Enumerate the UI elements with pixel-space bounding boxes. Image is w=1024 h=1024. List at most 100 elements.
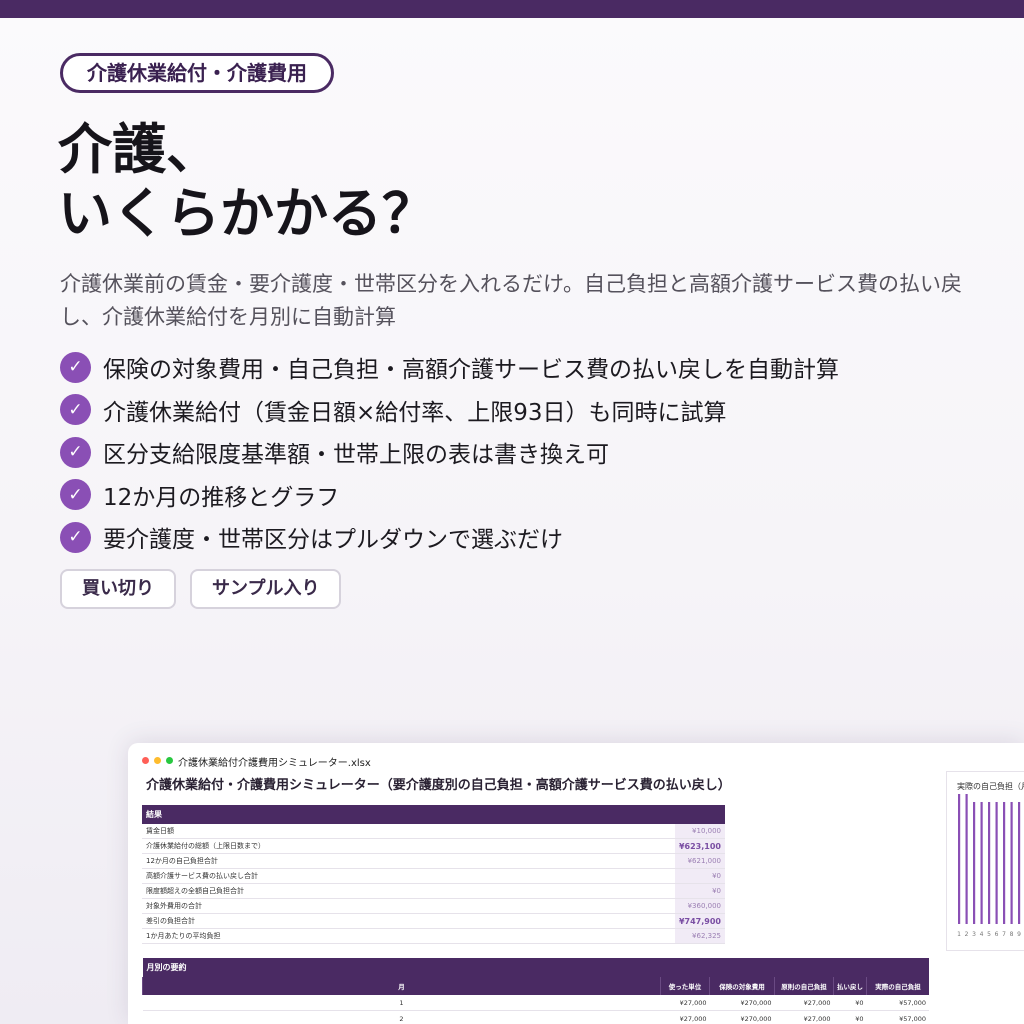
feature-text: 12か月の推移とグラフ: [103, 484, 340, 511]
feature-item: ✓ 12か月の推移とグラフ: [60, 474, 839, 517]
check-icon: ✓: [60, 394, 91, 426]
feature-text: 区分支給限度基準額・世帯上限の表は書き換え可: [103, 442, 609, 469]
table-cell: ¥0: [833, 995, 867, 1011]
table-row: 1 ¥27,000 ¥270,000 ¥27,000 ¥0 ¥57,000: [142, 995, 929, 1011]
table-cell: 2: [142, 1010, 661, 1024]
column-header: 月: [142, 977, 661, 995]
results-label: 賃金日額: [142, 824, 675, 839]
results-row: 対象外費用の合計 ¥360,000: [142, 898, 725, 914]
results-value: ¥623,100: [674, 838, 725, 854]
tag-one-time-purchase: 買い切り: [60, 569, 176, 609]
table-cell: ¥27,000: [774, 995, 834, 1011]
column-header: 実際の自己負担: [866, 977, 929, 995]
chart-bar: [980, 802, 983, 924]
feature-item: ✓ 保険の対象費用・自己負担・高額介護サービス費の払い戻しを自動計算: [60, 346, 839, 389]
results-label: 限度額超えの全額自己負担合計: [142, 883, 675, 899]
feature-item: ✓ 介護休業給付（賃金日額×給付率、上限93日）も同時に試算: [60, 389, 839, 432]
results-value: ¥360,000: [674, 898, 725, 914]
table-cell: ¥270,000: [709, 995, 775, 1011]
window-filename: 介護休業給付介護費用シミュレーター.xlsx: [178, 758, 371, 769]
results-value: ¥62,325: [674, 928, 725, 944]
window-zoom-dot[interactable]: [166, 757, 173, 764]
column-header: 払い戻し: [833, 977, 867, 995]
tag-group: 買い切り サンプル入り: [60, 569, 342, 609]
results-value: ¥621,000: [674, 853, 725, 869]
check-icon: ✓: [60, 436, 91, 468]
window-close-dot[interactable]: [142, 757, 149, 764]
page-title-line-2: いくらかかる？: [58, 182, 436, 245]
top-accent-bar: [0, 0, 1024, 18]
column-header: 原則の自己負担: [774, 977, 834, 995]
results-label: 高額介護サービス費の払い戻し合計: [142, 868, 675, 884]
chart-x-tick: 7: [1002, 931, 1006, 938]
chart-bar: [1018, 802, 1021, 924]
results-label: 1か月あたりの平均負担: [142, 928, 675, 944]
chart-x-tick: 6: [995, 931, 999, 938]
chart-x-tick: 1: [957, 931, 961, 938]
chart-bar: [988, 802, 991, 924]
results-value: ¥0: [674, 868, 725, 884]
results-label: 介護休業給付の総額（上限日数まで）: [142, 838, 675, 854]
monthly-header: 月別の要約: [142, 958, 929, 977]
chart-bar: [965, 794, 968, 924]
results-row: 介護休業給付の総額（上限日数まで） ¥623,100: [142, 838, 725, 854]
chart-x-tick: 9: [1017, 931, 1021, 938]
spreadsheet-preview-window: 介護休業給付介護費用シミュレーター.xlsx 介護休業給付・介護費用シミュレータ…: [128, 743, 1024, 1024]
table-cell: ¥57,000: [866, 995, 929, 1011]
results-row: 高額介護サービス費の払い戻し合計 ¥0: [142, 868, 725, 884]
results-table: 結果 賃金日額 ¥10,000 介護休業給付の総額（上限日数まで） ¥623,100 1…: [142, 805, 725, 944]
page-title-line-1: 介護、: [58, 118, 220, 181]
feature-text: 要介護度・世帯区分はプルダウンで選ぶだけ: [103, 527, 563, 554]
chart-svg: 123456789: [957, 794, 1021, 938]
chart-bar: [1010, 802, 1013, 924]
results-header: 結果: [142, 805, 725, 824]
lead-text: 介護休業前の賃金・要介護度・世帯区分を入れるだけ。自己負担と高額介護サービス費の…: [60, 272, 962, 329]
feature-text: 保険の対象費用・自己負担・高額介護サービス費の払い戻しを自動計算: [103, 357, 839, 384]
results-label: 対象外費用の合計: [142, 898, 675, 914]
chart-bar: [1003, 802, 1006, 924]
chart-x-tick: 4: [980, 931, 984, 938]
monthly-chart: 実際の自己負担（月 123456789: [946, 771, 1024, 951]
window-titlebar: 介護休業給付介護費用シミュレーター.xlsx: [128, 743, 1024, 769]
table-cell: ¥27,000: [660, 995, 710, 1011]
feature-item: ✓ 要介護度・世帯区分はプルダウンで選ぶだけ: [60, 516, 839, 559]
chart-x-tick: 5: [987, 931, 991, 938]
results-value: ¥747,900: [674, 913, 725, 929]
check-icon: ✓: [60, 521, 91, 553]
chart-bar: [973, 802, 976, 924]
column-header: 使った単位: [660, 977, 710, 995]
results-row: 12か月の自己負担合計 ¥621,000: [142, 853, 725, 869]
table-cell: ¥27,000: [774, 1010, 834, 1024]
check-icon: ✓: [60, 479, 91, 511]
page-title: 介護、 いくらかかる？: [58, 118, 436, 246]
column-header: 保険の対象費用: [709, 977, 775, 995]
results-label: 12か月の自己負担合計: [142, 853, 675, 869]
window-minimize-dot[interactable]: [154, 757, 161, 764]
feature-list: ✓ 保険の対象費用・自己負担・高額介護サービス費の払い戻しを自動計算 ✓ 介護休業給…: [60, 346, 839, 559]
monthly-summary-table: 月別の要約 月使った単位 保険の対象費用 原則の自己負担 払い戻し 実際の自己負担 1 ¥…: [142, 958, 929, 1024]
results-row: 差引の負担合計 ¥747,900: [142, 913, 725, 929]
table-cell: 1: [142, 995, 661, 1011]
table-cell: ¥27,000: [660, 1010, 710, 1024]
sheet-title: 介護休業給付・介護費用シミュレーター（要介護度別の自己負担・高額介護サービス費の…: [146, 778, 731, 793]
results-row: 賃金日額 ¥10,000: [142, 824, 725, 839]
chart-bar: [958, 794, 961, 924]
results-value: ¥10,000: [674, 824, 725, 839]
results-label: 差引の負担合計: [142, 913, 675, 929]
table-row: 2 ¥27,000 ¥270,000 ¥27,000 ¥0 ¥57,000: [142, 1010, 929, 1024]
results-row: 限度額超えの全額自己負担合計 ¥0: [142, 883, 725, 899]
results-value: ¥0: [674, 883, 725, 899]
category-badge: 介護休業給付・介護費用: [60, 53, 334, 93]
table-cell: ¥57,000: [866, 1010, 929, 1024]
chart-x-tick: 8: [1010, 931, 1014, 938]
results-row: 1か月あたりの平均負担 ¥62,325: [142, 928, 725, 944]
tag-sample-included: サンプル入り: [190, 569, 342, 609]
chart-x-tick: 2: [965, 931, 969, 938]
check-icon: ✓: [60, 351, 91, 383]
feature-item: ✓ 区分支給限度基準額・世帯上限の表は書き換え可: [60, 431, 839, 474]
table-cell: ¥270,000: [709, 1010, 775, 1024]
table-cell: ¥0: [833, 1010, 867, 1024]
chart-bar: [995, 802, 998, 924]
feature-text: 介護休業給付（賃金日額×給付率、上限93日）も同時に試算: [103, 399, 727, 426]
chart-x-tick: 3: [972, 931, 976, 938]
